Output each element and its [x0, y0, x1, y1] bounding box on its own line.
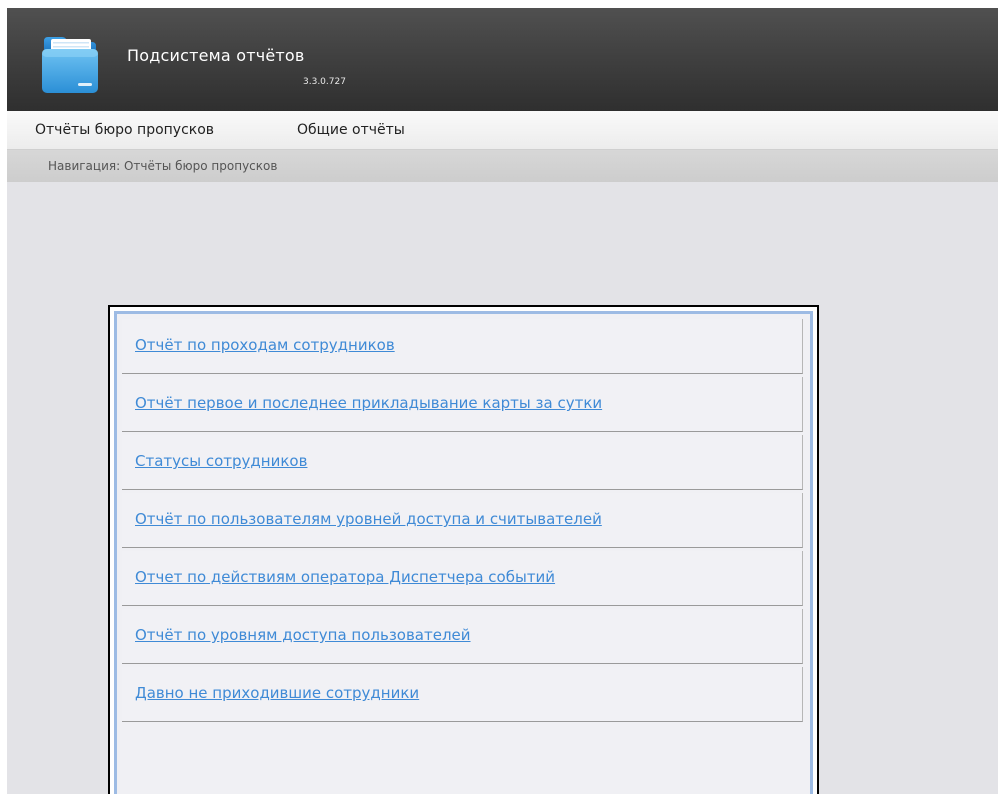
menu-item-pass-office-reports[interactable]: Отчёты бюро пропусков [35, 122, 214, 138]
report-row: Статусы сотрудников [122, 435, 803, 490]
report-row: Отчёт первое и последнее прикладывание к… [122, 377, 803, 432]
report-row: Отчёт по пользователям уровней доступа и… [122, 493, 803, 548]
report-link-operator-actions[interactable]: Отчет по действиям оператора Диспетчера … [135, 568, 555, 586]
reports-list: Отчёт по проходам сотрудников Отчёт перв… [114, 311, 813, 794]
breadcrumb-text: Навигация: Отчёты бюро пропусков [48, 159, 278, 173]
app-window: Подсистема отчётов 3.3.0.727 Отчёты бюро… [7, 8, 998, 794]
report-link-first-last-card[interactable]: Отчёт первое и последнее прикладывание к… [135, 394, 602, 412]
reports-panel: Отчёт по проходам сотрудников Отчёт перв… [108, 305, 819, 794]
report-row: Давно не приходившие сотрудники [122, 667, 803, 722]
app-title: Подсистема отчётов [127, 46, 305, 65]
app-header: Подсистема отчётов 3.3.0.727 [7, 8, 998, 111]
report-row: Отчет по действиям оператора Диспетчера … [122, 551, 803, 606]
report-link-user-access-levels[interactable]: Отчёт по уровням доступа пользователей [135, 626, 471, 644]
report-row: Отчёт по уровням доступа пользователей [122, 609, 803, 664]
app-version: 3.3.0.727 [303, 77, 346, 87]
folder-icon [40, 33, 98, 95]
report-link-employee-statuses[interactable]: Статусы сотрудников [135, 452, 307, 470]
report-row: Отчёт по проходам сотрудников [122, 319, 803, 374]
report-link-employee-passages[interactable]: Отчёт по проходам сотрудников [135, 336, 395, 354]
report-link-access-level-users[interactable]: Отчёт по пользователям уровней доступа и… [135, 510, 602, 528]
breadcrumb: Навигация: Отчёты бюро пропусков [7, 150, 998, 182]
menu-item-general-reports[interactable]: Общие отчёты [297, 122, 405, 138]
main-menu: Отчёты бюро пропусков Общие отчёты [7, 111, 998, 150]
report-link-absent-employees[interactable]: Давно не приходившие сотрудники [135, 684, 419, 702]
